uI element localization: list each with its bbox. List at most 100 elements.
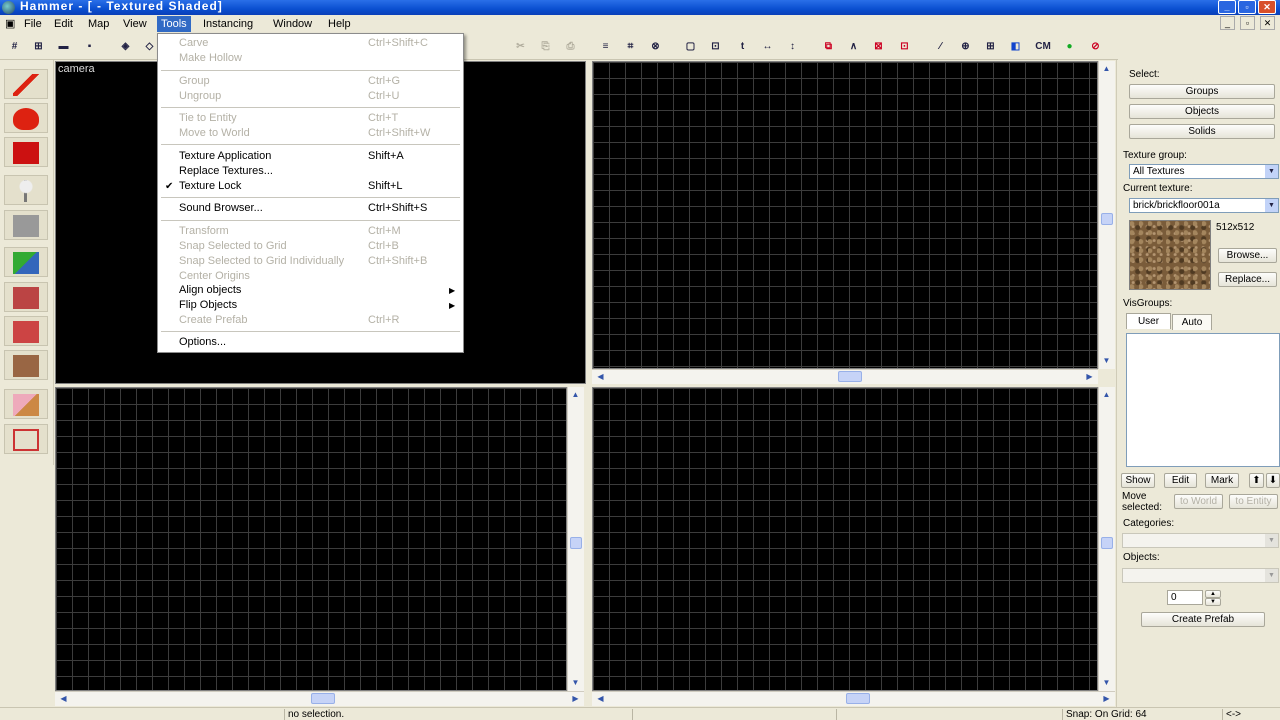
menu-item-make-hollow[interactable]: Make Hollow xyxy=(159,51,462,66)
menu-item-carve[interactable]: Carve Ctrl+Shift+C xyxy=(159,36,462,51)
close-button[interactable]: ✕ xyxy=(1258,0,1276,14)
toolbar-run-map-button[interactable]: ● xyxy=(1061,39,1078,54)
toolbar-stop-button[interactable]: ⊘ xyxy=(1087,39,1104,54)
create-prefab-button[interactable]: Create Prefab xyxy=(1141,612,1265,627)
toolbar-cordon-button[interactable]: ⊡ xyxy=(896,39,913,54)
toolbar-hide-button[interactable]: ⊗ xyxy=(647,39,664,54)
move-to-world-button[interactable]: to World xyxy=(1174,494,1223,509)
mdi-restore-button[interactable]: ▫ xyxy=(1240,16,1255,30)
toolbar-props-button[interactable]: ⊞ xyxy=(982,39,999,54)
menu-instancing[interactable]: Instancing xyxy=(199,16,257,32)
spinner-down-icon[interactable]: ▼ xyxy=(1205,598,1221,606)
menu-item-snap-individually[interactable]: Snap Selected to Grid Individually Ctrl+S… xyxy=(159,254,462,269)
side-viewport-vscrollbar[interactable]: ▲ ▼ xyxy=(1098,387,1115,691)
browse-button[interactable]: Browse... xyxy=(1218,248,1277,263)
toolbar-entity-button[interactable]: ⊠ xyxy=(870,39,887,54)
toolbar-paste-button[interactable]: ⎙ xyxy=(562,39,579,54)
menu-item-snap-to-grid[interactable]: Snap Selected to Grid Ctrl+B xyxy=(159,239,462,254)
menu-help[interactable]: Help xyxy=(324,16,355,32)
mdi-minimize-button[interactable]: _ xyxy=(1220,16,1235,30)
menu-item-flip-objects[interactable]: Flip Objects ▶ xyxy=(159,298,462,313)
menu-item-texture-application[interactable]: Texture Application Shift+A xyxy=(159,149,462,164)
maximize-button[interactable]: ▫ xyxy=(1238,0,1256,14)
clipping-tool-icon[interactable] xyxy=(4,389,48,419)
menu-file[interactable]: File xyxy=(20,16,46,32)
side-viewport[interactable] xyxy=(592,387,1098,691)
categories-dropdown[interactable]: ▼ xyxy=(1122,533,1279,548)
block-tool-icon[interactable] xyxy=(4,210,48,240)
toolbar-cubemap-button[interactable]: CM xyxy=(1030,39,1056,54)
select-solids-button[interactable]: Solids xyxy=(1129,124,1275,139)
spinner-up-icon[interactable]: ▲ xyxy=(1205,590,1221,598)
menu-item-center-origins[interactable]: Center Origins xyxy=(159,269,462,284)
count-spinner-input[interactable]: 0 xyxy=(1167,590,1203,605)
front-viewport-vscrollbar[interactable]: ▲ ▼ xyxy=(567,387,584,691)
toolbar-copy-button[interactable]: ⎘ xyxy=(537,39,554,54)
scroll-right-arrow-icon[interactable]: ▶ xyxy=(1099,692,1114,706)
toolbar-cut-button[interactable]: ✂ xyxy=(512,39,529,54)
texture-group-dropdown[interactable]: All Textures ▼ xyxy=(1129,164,1279,179)
menu-map[interactable]: Map xyxy=(84,16,113,32)
scroll-left-arrow-icon[interactable]: ◀ xyxy=(56,692,71,706)
move-to-entity-button[interactable]: to Entity xyxy=(1229,494,1278,509)
mdi-doc-icon[interactable]: ▣ xyxy=(1,16,21,32)
front-viewport-hscrollbar[interactable]: ◀ ▶ xyxy=(55,691,584,706)
menu-item-align-objects[interactable]: Align objects ▶ xyxy=(159,283,462,298)
scroll-thumb[interactable] xyxy=(570,537,582,549)
scroll-thumb[interactable] xyxy=(1101,213,1113,225)
toolbar-flip-v-button[interactable]: ↕ xyxy=(784,39,801,54)
toolbar-select-box-button[interactable]: ▢ xyxy=(682,39,699,54)
current-texture-dropdown[interactable]: brick/brickfloor001a ▼ xyxy=(1129,198,1279,213)
front-viewport[interactable] xyxy=(55,387,567,691)
entity-tool-icon[interactable] xyxy=(4,175,48,205)
minimize-button[interactable]: _ xyxy=(1218,0,1236,14)
toolbar-path-button[interactable]: ∧ xyxy=(845,39,862,54)
toolbar-snap2-button[interactable]: ▪ xyxy=(81,39,98,54)
menu-edit[interactable]: Edit xyxy=(50,16,77,32)
menu-window[interactable]: Window xyxy=(269,16,316,32)
dropdown-arrow-icon[interactable]: ▼ xyxy=(1265,534,1278,547)
menu-item-create-prefab[interactable]: Create Prefab Ctrl+R xyxy=(159,313,462,328)
scroll-down-arrow-icon[interactable]: ▼ xyxy=(1099,354,1114,368)
top-viewport-vscrollbar[interactable]: ▲ ▼ xyxy=(1098,61,1115,369)
scroll-up-arrow-icon[interactable]: ▲ xyxy=(568,388,583,402)
side-viewport-hscrollbar[interactable]: ◀ ▶ xyxy=(592,691,1115,706)
toolbar-cubes-button[interactable]: ◧ xyxy=(1007,39,1024,54)
toolbar-slash-button[interactable]: ∕ xyxy=(932,39,949,54)
menu-item-texture-lock[interactable]: ✔ Texture Lock Shift+L xyxy=(159,179,462,194)
scroll-thumb[interactable] xyxy=(1101,537,1113,549)
scroll-left-arrow-icon[interactable]: ◀ xyxy=(593,370,608,384)
decal-tool-icon[interactable] xyxy=(4,316,48,346)
scroll-thumb[interactable] xyxy=(311,693,335,704)
visgroup-down-button[interactable]: ⬇ xyxy=(1266,473,1280,488)
dropdown-arrow-icon[interactable]: ▼ xyxy=(1265,569,1278,582)
visgroups-list[interactable] xyxy=(1126,333,1280,467)
magnify-tool-icon[interactable] xyxy=(4,103,48,133)
menu-item-tie-to-entity[interactable]: Tie to Entity Ctrl+T xyxy=(159,111,462,126)
vertex-tool-icon[interactable] xyxy=(4,424,48,454)
objects-dropdown[interactable]: ▼ xyxy=(1122,568,1279,583)
toolbar-grid2-button[interactable]: ⊞ xyxy=(30,39,47,54)
menu-item-options[interactable]: Options... xyxy=(159,335,462,350)
select-objects-button[interactable]: Objects xyxy=(1129,104,1275,119)
apply-texture-tool-icon[interactable] xyxy=(4,282,48,312)
visgroup-mark-button[interactable]: Mark xyxy=(1205,473,1239,488)
toolbar-scale-lock-button[interactable]: ⌗ xyxy=(622,39,639,54)
top-viewport-hscrollbar[interactable]: ◀ ▶ xyxy=(592,369,1098,384)
scroll-left-arrow-icon[interactable]: ◀ xyxy=(593,692,608,706)
texture-preview-image[interactable] xyxy=(1129,220,1211,290)
mdi-close-button[interactable]: ✕ xyxy=(1260,16,1275,30)
scroll-thumb[interactable] xyxy=(838,371,862,382)
toolbar-grid-button[interactable]: # xyxy=(6,39,23,54)
toolbar-carve-button[interactable]: ◈ xyxy=(117,39,134,54)
tab-auto[interactable]: Auto xyxy=(1172,314,1212,330)
menu-item-transform[interactable]: Transform Ctrl+M xyxy=(159,224,462,239)
dropdown-arrow-icon[interactable]: ▼ xyxy=(1265,199,1278,212)
dropdown-arrow-icon[interactable]: ▼ xyxy=(1265,165,1278,178)
camera-tool-icon[interactable] xyxy=(4,137,48,167)
select-groups-button[interactable]: Groups xyxy=(1129,84,1275,99)
menu-item-sound-browser[interactable]: Sound Browser... Ctrl+Shift+S xyxy=(159,201,462,216)
scroll-up-arrow-icon[interactable]: ▲ xyxy=(1099,388,1114,402)
toolbar-snap-button[interactable]: ▬ xyxy=(55,39,72,54)
scroll-down-arrow-icon[interactable]: ▼ xyxy=(1099,676,1114,690)
